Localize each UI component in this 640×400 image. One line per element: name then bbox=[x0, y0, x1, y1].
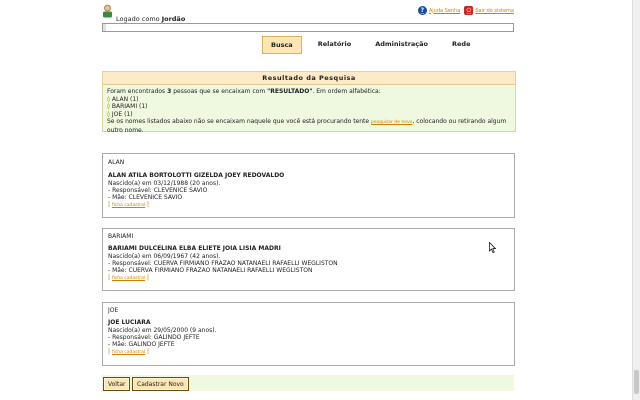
results-hint: Se os nomes listados abaixo não se encai… bbox=[107, 118, 507, 134]
top-bar: Logado como Jordão ? Ajuda Senha ⏻ Sair … bbox=[102, 2, 514, 34]
group-item[interactable]: ◊ BARIAMI (1) bbox=[107, 103, 511, 111]
add-new-button[interactable]: Cadastrar Novo bbox=[132, 377, 189, 391]
search-results-panel: Resultado da Pesquisa Foram encontrados … bbox=[102, 71, 516, 134]
group-item[interactable]: ◊ JOE (1) bbox=[107, 111, 511, 119]
logged-as-label: Logado como Jordão bbox=[116, 15, 186, 23]
record-link[interactable]: ficha cadastral bbox=[112, 276, 145, 281]
status-bar bbox=[102, 23, 514, 32]
person-card: ALAN ALAN ATILA BORTOLOTTI GIZELDA JOEY … bbox=[102, 153, 515, 218]
diamond-icon: ◊ bbox=[107, 103, 110, 110]
birth-info: Nascido(a) em 29/05/2000 (9 anos). bbox=[108, 326, 217, 334]
search-again-link[interactable]: pesquisar de novo bbox=[371, 120, 412, 125]
person-name: BARIAMI DULCELINA ELBA ELIETE JOIA LISIA… bbox=[108, 245, 281, 253]
birth-info: Nascido(a) em 06/09/1967 (42 anos). bbox=[108, 252, 221, 260]
help-icon: ? bbox=[417, 6, 427, 15]
mother-info: - Mãe: CUERVA FIRMIANO FRAZAO NATANAELI … bbox=[108, 267, 313, 275]
birth-info: Nascido(a) em 03/12/1988 (20 anos). bbox=[108, 179, 221, 187]
responsible-info: - Responsável: CUERVA FIRMIANO FRAZAO NA… bbox=[108, 259, 338, 267]
exit-icon: ⏻ bbox=[464, 6, 474, 15]
help-link[interactable]: ? Ajuda Senha bbox=[417, 6, 460, 15]
main-nav: Busca Relatório Administração Rede bbox=[262, 36, 479, 54]
back-button[interactable]: Voltar bbox=[103, 377, 131, 391]
current-user: Jordão bbox=[161, 15, 186, 23]
group-heading: ALAN bbox=[108, 159, 125, 166]
person-name: ALAN ATILA BORTOLOTTI GIZELDA JOEY REDOV… bbox=[108, 172, 285, 180]
scrollbar-thumb[interactable] bbox=[634, 370, 639, 394]
top-links: ? Ajuda Senha ⏻ Sair do sistema bbox=[417, 6, 514, 15]
record-link[interactable]: ficha cadastral bbox=[112, 350, 145, 355]
exit-link[interactable]: ⏻ Sair do sistema bbox=[464, 6, 514, 15]
group-item[interactable]: ◊ ALAN (1) bbox=[107, 96, 511, 104]
tab-relatorio[interactable]: Relatório bbox=[310, 36, 360, 54]
scrollbar[interactable] bbox=[632, 0, 640, 400]
group-heading: BARIAMI bbox=[108, 233, 134, 240]
diamond-icon: ◊ bbox=[107, 110, 110, 118]
person-card: JOE JOE LUCIARA Nascido(a) em 29/05/2000… bbox=[102, 302, 515, 366]
mouse-cursor-icon bbox=[489, 242, 496, 253]
mother-info: - Mãe: CLEVENICE SAVIO bbox=[108, 194, 183, 202]
person-name: JOE LUCIARA bbox=[108, 319, 151, 327]
diamond-icon: ◊ bbox=[107, 95, 110, 103]
record-link[interactable]: ficha cadastral bbox=[112, 203, 145, 208]
responsible-info: - Responsável: CLEVENICE SAVIO bbox=[108, 186, 208, 194]
user-icon bbox=[103, 4, 112, 18]
responsible-info: - Responsável: GALINDO JEFTE bbox=[108, 333, 200, 341]
tab-administracao[interactable]: Administração bbox=[367, 36, 436, 54]
group-heading: JOE bbox=[108, 307, 119, 314]
mother-info: - Mãe: GALINDO JEFTE bbox=[108, 341, 175, 349]
results-title: Resultado da Pesquisa bbox=[103, 72, 515, 85]
tab-rede[interactable]: Rede bbox=[444, 36, 478, 54]
results-summary: Foram encontrados 3 pessoas que se encai… bbox=[107, 88, 381, 95]
person-card: BARIAMI BARIAMI DULCELINA ELBA ELIETE JO… bbox=[102, 228, 515, 291]
tab-busca[interactable]: Busca bbox=[262, 36, 302, 54]
